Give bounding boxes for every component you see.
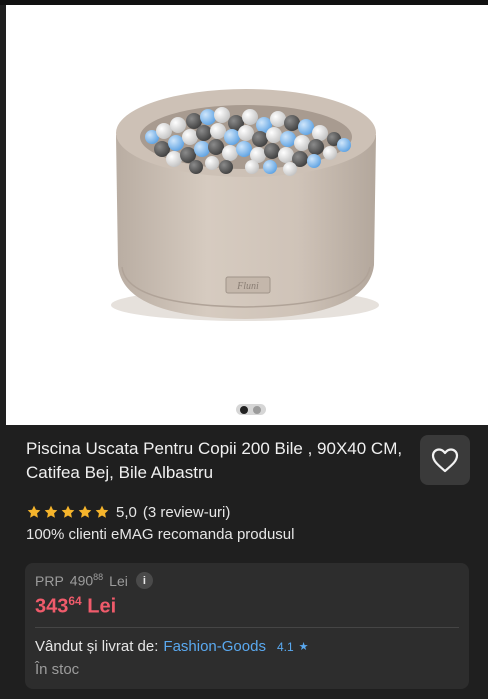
- rating-value: 5,0: [116, 503, 137, 521]
- star-icon: ★: [298, 641, 309, 653]
- prp-label: PRP: [35, 572, 64, 589]
- prp-value: 49088: [69, 572, 104, 589]
- star-icon: [44, 505, 58, 518]
- rating-stars: [26, 504, 110, 520]
- star-icon: [27, 505, 41, 518]
- add-to-favorites-button[interactable]: [420, 435, 470, 485]
- price-card: PRP 49088 Lei i 34364 Lei Vândut și livr…: [25, 563, 469, 689]
- review-count-link[interactable]: (3 review-uri): [143, 504, 231, 521]
- recommend-text: 100% clienti eMAG recomanda produsul: [26, 526, 295, 543]
- stock-status: În stoc: [35, 661, 80, 678]
- heart-icon: [431, 448, 459, 473]
- star-icon: [78, 505, 92, 518]
- seller-rating: 4.1: [276, 639, 294, 654]
- gallery-dot-active[interactable]: [240, 405, 248, 414]
- gallery-dot[interactable]: [253, 405, 261, 414]
- svg-text:Fluni: Fluni: [236, 281, 259, 292]
- seller-row: Vândut și livrat de: Fashion-Goods 4.1 ★: [35, 638, 309, 655]
- product-image: Fluni: [111, 89, 379, 321]
- divider: [35, 627, 459, 628]
- info-icon[interactable]: i: [135, 572, 153, 589]
- prp-price: PRP 49088 Lei i: [35, 572, 153, 589]
- prp-currency: Lei: [109, 572, 128, 589]
- star-icon: [61, 505, 75, 518]
- star-icon: [95, 505, 109, 518]
- seller-link[interactable]: Fashion-Goods: [163, 638, 266, 655]
- product-title: Piscina Uscata Pentru Copii 200 Bile , 9…: [26, 439, 403, 482]
- gallery-pager[interactable]: [236, 404, 266, 415]
- current-price: 34364 Lei: [35, 594, 117, 618]
- seller-label: Vândut și livrat de:: [35, 638, 159, 655]
- rating-row[interactable]: 5,0 (3 review-uri): [26, 502, 230, 522]
- product-image-gallery[interactable]: Fluni: [6, 5, 488, 425]
